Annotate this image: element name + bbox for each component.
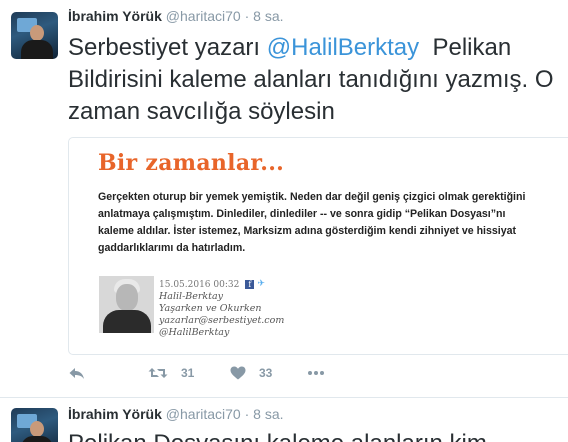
tweet-actions: 31 33 [68, 366, 368, 386]
avatar[interactable] [11, 408, 58, 442]
avatar-head [30, 25, 44, 41]
more-button[interactable] [307, 366, 325, 380]
signature-name: Halil-Berktay [159, 290, 224, 302]
tweet-header: İbrahim Yörük @haritaci70 · 8 sa. [68, 8, 284, 24]
portrait-shirt [103, 310, 151, 333]
signature-twitter: @HalilBerktay [159, 326, 230, 338]
avatar-head [30, 421, 44, 437]
card-body: Gerçekten oturup bir yemek yemiştik. Ned… [98, 189, 568, 257]
author-handle[interactable]: @haritaci70 [166, 8, 241, 24]
tweet-timestamp[interactable]: 8 sa. [253, 8, 283, 24]
card-body-line: Gerçekten oturup bir yemek yemiştik. Ned… [98, 191, 526, 203]
avatar[interactable] [11, 12, 58, 59]
tweet[interactable]: İbrahim Yörük @haritaci70 · 8 sa. Pelika… [0, 398, 568, 442]
signature-date-row: 15.05.2016 00:32 f ✈ [159, 278, 284, 291]
tweet-text-line-3: zaman savcılığa söylesin [68, 98, 335, 125]
card-body-line: kaleme aldılar. İster istemez, Marksizm … [98, 225, 517, 237]
tweet-text-line-2: Bildirisini kaleme alanları tanıdığını y… [68, 66, 554, 93]
signature-date: 15.05.2016 00:32 [159, 279, 240, 290]
author-name[interactable]: İbrahim Yörük [68, 406, 162, 422]
tweet-text: Serbestiyet yazarı @HalilBerktay Pelikan… [68, 32, 568, 128]
card-body-line: gaddarlıklarımı da hatırladım. [98, 242, 246, 254]
retweet-count: 31 [181, 366, 195, 380]
tweet-text: Pelikan Dosyasını kaleme alanların kim [68, 428, 568, 442]
like-count: 33 [259, 366, 273, 380]
retweet-button[interactable]: 31 [148, 366, 194, 380]
card-title: Bir zamanlar... [98, 150, 285, 176]
tweet-text-line-1: Serbestiyet yazarı @HalilBerktay Pelikan [68, 32, 568, 64]
reply-icon [69, 368, 84, 379]
tweet-text-after-mention: Pelikan [419, 34, 512, 61]
twitter-bird-icon: ✈ [257, 279, 265, 289]
tweet-timestamp[interactable]: 8 sa. [253, 406, 283, 422]
reply-button[interactable] [68, 366, 85, 381]
author-handle[interactable]: @haritaci70 [166, 406, 241, 422]
retweet-icon [148, 368, 168, 378]
separator-dot: · [244, 8, 250, 24]
tweet-header: İbrahim Yörük @haritaci70 · 8 sa. [68, 406, 284, 422]
author-name[interactable]: İbrahim Yörük [68, 8, 162, 24]
heart-icon [230, 366, 246, 380]
separator-dot: · [244, 406, 250, 422]
card-body-line: anlatmaya çalışmıştım. Dinlediler, dinle… [98, 208, 506, 220]
signature-column: Yaşarken ve Okurken [159, 302, 262, 314]
tweet-text-before-mention: Serbestiyet yazarı [68, 34, 267, 61]
mention-link[interactable]: @HalilBerktay [267, 34, 419, 61]
media-card[interactable]: Bir zamanlar... Gerçekten oturup bir yem… [68, 137, 568, 355]
more-icon [308, 371, 324, 375]
facebook-icon: f [245, 279, 255, 289]
author-portrait [99, 276, 154, 333]
tweet[interactable]: İbrahim Yörük @haritaci70 · 8 sa. Serbes… [0, 0, 568, 398]
avatar-body [21, 436, 53, 442]
card-signature: 15.05.2016 00:32 f ✈ Halil-Berktay Yaşarke… [159, 278, 284, 339]
tweet-text-line-1: Pelikan Dosyasını kaleme alanların kim [68, 428, 568, 442]
like-button[interactable]: 33 [230, 366, 272, 380]
signature-email: yazarlar@serbestiyet.com [159, 314, 285, 326]
avatar-body [21, 40, 53, 59]
portrait-face [116, 284, 138, 311]
